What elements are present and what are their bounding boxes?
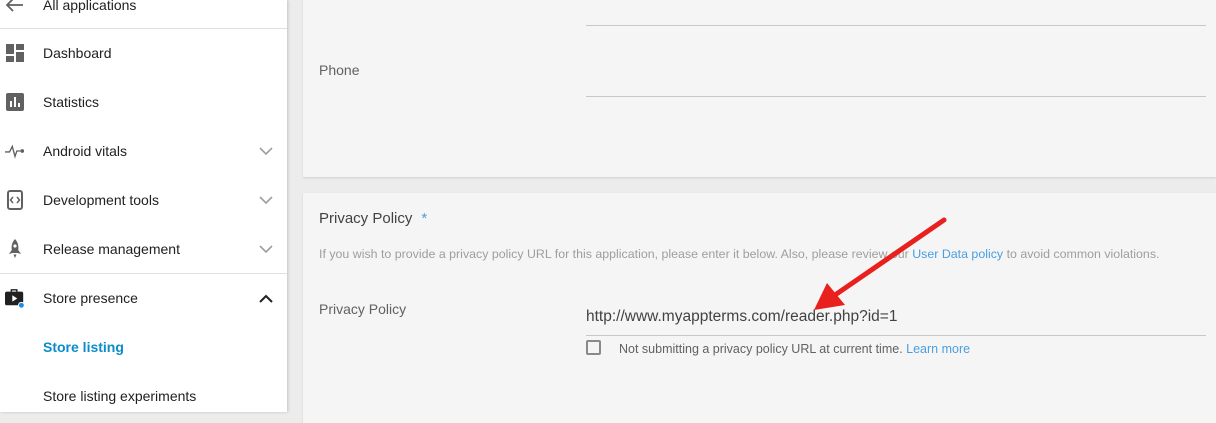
phone-label: Phone xyxy=(319,62,360,78)
sidebar-item-development-tools[interactable]: Development tools xyxy=(0,176,287,224)
code-icon xyxy=(5,190,25,210)
sidebar-subitem-label: Store listing xyxy=(43,339,124,355)
arrow-back-icon xyxy=(5,0,25,15)
sidebar-subitem-store-listing[interactable]: Store listing xyxy=(0,327,287,367)
sidebar-item-label: Development tools xyxy=(43,192,159,208)
privacy-policy-card: Privacy Policy * If you wish to provide a… xyxy=(303,193,1216,423)
privacy-policy-field-label: Privacy Policy xyxy=(319,301,407,317)
sidebar-item-release-management[interactable]: Release management xyxy=(0,225,287,273)
learn-more-link[interactable]: Learn more xyxy=(906,342,970,356)
no-privacy-url-checkbox-label: Not submitting a privacy policy URL at c… xyxy=(619,342,970,356)
chevron-down-icon[interactable] xyxy=(258,143,274,159)
required-marker: * xyxy=(421,210,428,227)
helper-suffix: to avoid common violations. xyxy=(1003,247,1160,261)
privacy-helper-text: If you wish to provide a privacy policy … xyxy=(319,247,1159,261)
bar-chart-icon xyxy=(5,92,25,112)
chevron-down-icon[interactable] xyxy=(258,241,274,257)
sidebar-item-label: Store presence xyxy=(43,290,138,306)
privacy-title-text: Privacy Policy xyxy=(319,210,413,227)
rocket-icon xyxy=(5,239,25,259)
sidebar-subitem-store-listing-experiments[interactable]: Store listing experiments xyxy=(0,376,287,416)
chevron-up-icon[interactable] xyxy=(258,290,274,306)
privacy-section-title: Privacy Policy * xyxy=(319,210,427,227)
sidebar-item-label: Release management xyxy=(43,241,180,257)
email-field-underline xyxy=(586,25,1206,26)
contact-details-card: Phone xyxy=(303,0,1216,177)
sidebar-item-dashboard[interactable]: Dashboard xyxy=(0,29,287,77)
no-privacy-url-checkbox[interactable] xyxy=(586,340,601,355)
sidebar-item-label: Android vitals xyxy=(43,143,128,159)
store-icon xyxy=(5,288,25,309)
privacy-policy-url-input[interactable]: http://www.myappterms.com/reader.php?id=… xyxy=(586,308,897,326)
chevron-down-icon[interactable] xyxy=(258,192,274,208)
privacy-url-underline xyxy=(586,335,1206,336)
checkbox-label-text: Not submitting a privacy policy URL at c… xyxy=(619,342,903,356)
user-data-policy-link[interactable]: User Data policy xyxy=(912,247,1003,261)
phone-input[interactable] xyxy=(586,96,1206,97)
helper-prefix: If you wish to provide a privacy policy … xyxy=(319,247,913,261)
dashboard-icon xyxy=(5,43,25,63)
sidebar-item-android-vitals[interactable]: Android vitals xyxy=(0,127,287,175)
back-label: All applications xyxy=(43,0,137,13)
back-to-all-applications[interactable]: All applications xyxy=(0,0,287,29)
main-content: Phone Privacy Policy * If you wish to pro… xyxy=(287,0,1216,423)
sidebar-item-statistics[interactable]: Statistics xyxy=(0,78,287,126)
sidebar: All applications Dashboard Statistics An… xyxy=(0,0,287,412)
sidebar-item-store-presence[interactable]: Store presence xyxy=(0,274,287,322)
sidebar-subitem-label: Store listing experiments xyxy=(43,388,197,404)
pulse-icon xyxy=(5,141,25,161)
sidebar-item-label: Dashboard xyxy=(43,45,112,61)
sidebar-item-label: Statistics xyxy=(43,94,100,110)
